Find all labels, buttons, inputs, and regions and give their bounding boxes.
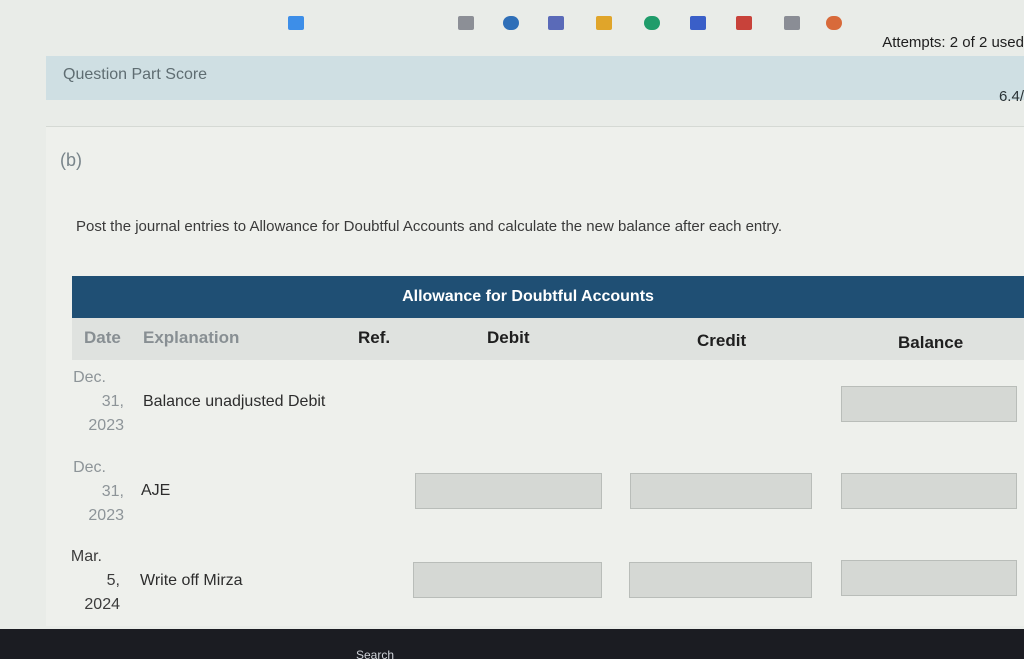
ledger-row-1-day: 31, [101, 393, 124, 410]
ledger-row-2-day: 31, [101, 483, 124, 500]
part-label: (b) [60, 150, 82, 170]
col-header-ref: Ref. [358, 328, 391, 347]
ledger-row-2-explanation: AJE [141, 482, 171, 499]
ledger-row-3-month: Mar. [70, 548, 102, 565]
app-icon[interactable] [826, 16, 842, 30]
ledger-row-3-day: 5, [106, 572, 120, 589]
chrome-icon[interactable] [644, 16, 660, 30]
question-part-score-label: Question Part Score [63, 66, 208, 83]
ledger-row-2-debit-input[interactable] [415, 473, 602, 509]
ledger-row-3-date: Mar. 5, 2024 [64, 545, 120, 617]
ledger-row-2-year: 2023 [88, 507, 124, 524]
taskbar-search[interactable]: Search [356, 648, 394, 659]
col-header-explanation: Explanation [143, 328, 240, 347]
ledger-row-1-year: 2023 [88, 417, 124, 434]
ledger-row-3-debit-input[interactable] [413, 562, 602, 598]
ledger-row-2-month: Dec. [73, 459, 106, 476]
taskbar [0, 629, 1024, 659]
ledger-row-3-credit-input[interactable] [629, 562, 812, 598]
col-header-debit: Debit [487, 328, 530, 347]
col-header-credit: Credit [697, 331, 747, 350]
start-icon[interactable] [288, 16, 304, 30]
ledger-row-1-date: Dec. 31, 2023 [68, 366, 124, 438]
part-instruction: Post the journal entries to Allowance fo… [76, 218, 782, 235]
ledger-row-3-balance-input[interactable] [841, 560, 1017, 596]
attempts-counter: Attempts: 2 of 2 used [882, 34, 1024, 51]
ledger-row-2-date: Dec. 31, 2023 [68, 456, 124, 528]
ledger-title: Allowance for Doubtful Accounts [402, 288, 654, 305]
word-icon[interactable] [690, 16, 706, 30]
col-header-balance: Balance [898, 333, 964, 352]
ledger-row-3-year: 2024 [84, 596, 120, 613]
edge-icon[interactable] [503, 16, 519, 30]
ledger-title-bar: Allowance for Doubtful Accounts [72, 276, 1024, 318]
ledger-row-1-month: Dec. [73, 369, 106, 386]
mail-icon[interactable] [736, 16, 752, 30]
ledger-row-1-explanation: Balance unadjusted Debit [143, 393, 326, 410]
ledger-row-1-balance-input[interactable] [841, 386, 1017, 422]
task-view-icon[interactable] [458, 16, 474, 30]
ledger-row-2-credit-input[interactable] [630, 473, 812, 509]
ledger-row-3-explanation: Write off Mirza [140, 572, 243, 589]
ledger-row-2-balance-input[interactable] [841, 473, 1017, 509]
col-header-date: Date [84, 328, 121, 347]
store-icon[interactable] [548, 16, 564, 30]
question-part-score-value: 6.4/ [998, 88, 1024, 105]
file-explorer-icon[interactable] [596, 16, 612, 30]
question-part-section [46, 126, 1024, 626]
tiktok-icon[interactable] [784, 16, 800, 30]
